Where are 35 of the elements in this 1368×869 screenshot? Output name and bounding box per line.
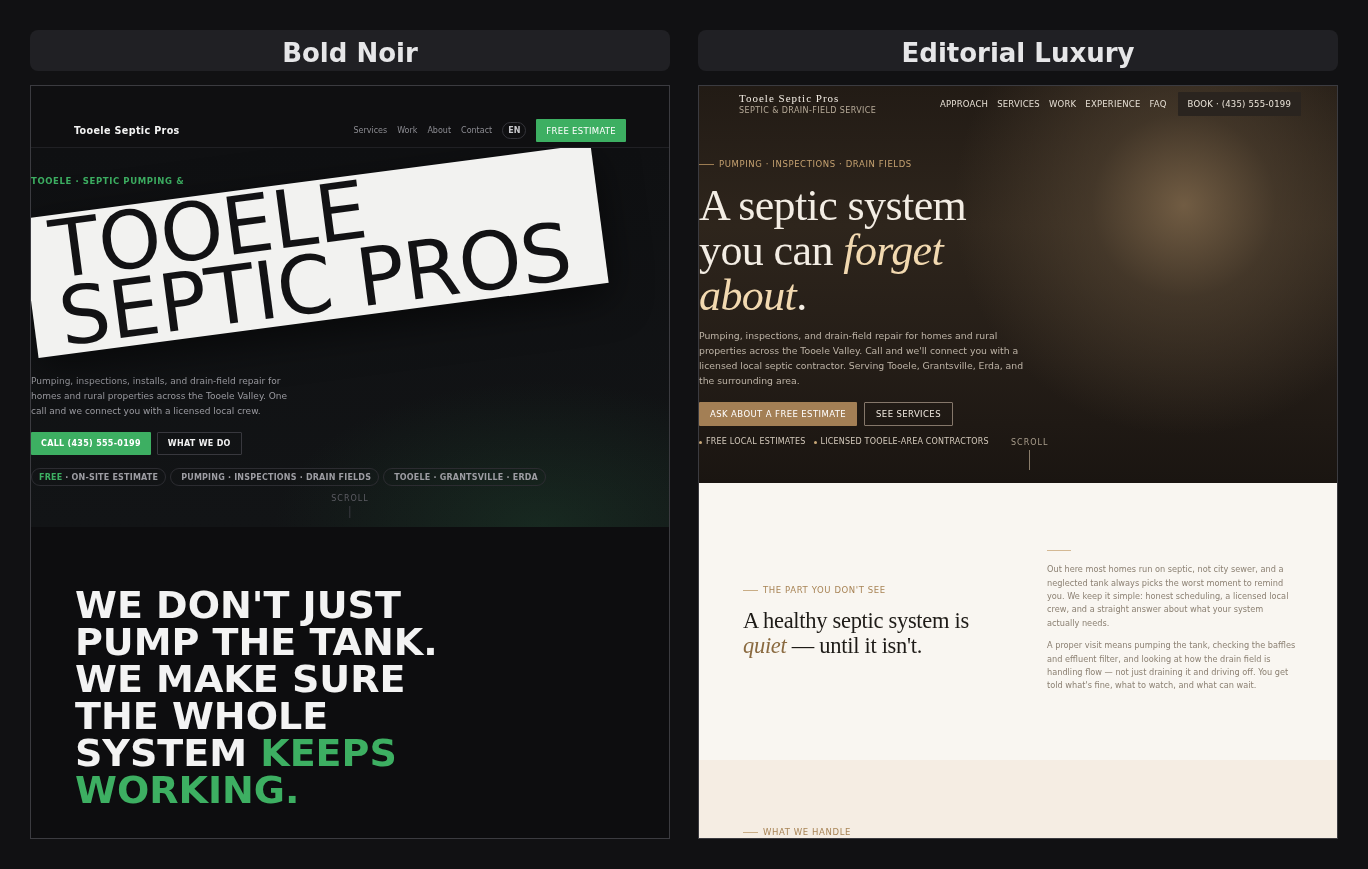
scroll-label: SCROLL [331,494,369,503]
feature-text: LICENSED TOOELE-AREA CONTRACTORS [820,437,989,447]
bullet-dot-icon [699,440,702,444]
nav-link[interactable]: FAQ [1149,99,1167,109]
filled-cta-button[interactable]: ASK ABOUT A FREE ESTIMATE [699,402,858,426]
feature-text: FREE LOCAL ESTIMATES [706,437,806,447]
hero-description: Pumping, inspections, installs, and drain-field repair for homes and rural properties across the Tooele Valley. One call and we connect you with a licensed local crew. [31,375,288,418]
scroll-label: SCROLL [1011,438,1049,447]
panel-title: Bold Noir [282,37,418,68]
section-eyebrow: THE PART YOU DON'T SEE [763,585,886,595]
brand-name[interactable]: Tooele Septic Pros [739,92,877,105]
body-paragraph: A proper visit means pumping the tank, checking the baffles and effluent filter, and looking at how the drain field is handling flow — not just draining it and driving off. You get told what's fine, what to watch, and what can wait. [1047,639,1297,693]
nav-link[interactable]: Contact [461,126,493,135]
nav-link[interactable]: WORK [1048,99,1077,109]
outlined-cta-button[interactable]: WHAT WE DO [156,432,242,455]
panel-title: Editorial Luxury [901,37,1135,68]
hero-eyebrow: PUMPING · INSPECTIONS · DRAIN FIELDS [719,159,912,169]
nav-link[interactable]: Services [353,126,388,135]
bullet-dot-icon [813,440,817,444]
nav-link[interactable]: Work [397,126,418,135]
nav-link[interactable]: EXPERIENCE [1085,99,1141,109]
brand-name[interactable]: Tooele Septic Pros [74,125,180,136]
scroll-line-icon [1029,450,1031,470]
statement-heading: WE DON'T JUST PUMP THE TANK. WE MAKE SURE THE WHOLE SYSTEM KEEPS WORKING. [75,587,439,809]
nav-link[interactable]: SERVICES [997,99,1040,109]
section-eyebrow: WHAT WE HANDLE [763,827,851,837]
hero-headline: A septic system you can forget about. [699,183,968,318]
section-headline: A healthy septic system is quiet — until it isn't. [743,608,970,658]
hero-description: Pumping, inspections, and drain-field repair for homes and rural properties across the Tooele Valley. Call and we'll connect you with a licensed local septic contractor. Serving Tooele, Grantsville, Erda, and the surrounding area. [699,329,1025,388]
body-paragraph: Out here most homes run on septic, not city sewer, and a neglected tank always picks the worst moment to remind you. We keep it simple: honest scheduling, a licensed local crew, and a straight answer about what your system actually needs. [1047,563,1290,630]
nav-link[interactable]: About [427,126,452,135]
book-button[interactable]: BOOK · (435) 555-0199 [1177,92,1301,116]
brand-tagline: SEPTIC & DRAIN-FIELD SERVICE [739,106,877,116]
nav-link[interactable]: APPROACH [940,99,989,109]
outlined-cta-button[interactable]: SEE SERVICES [864,402,953,426]
